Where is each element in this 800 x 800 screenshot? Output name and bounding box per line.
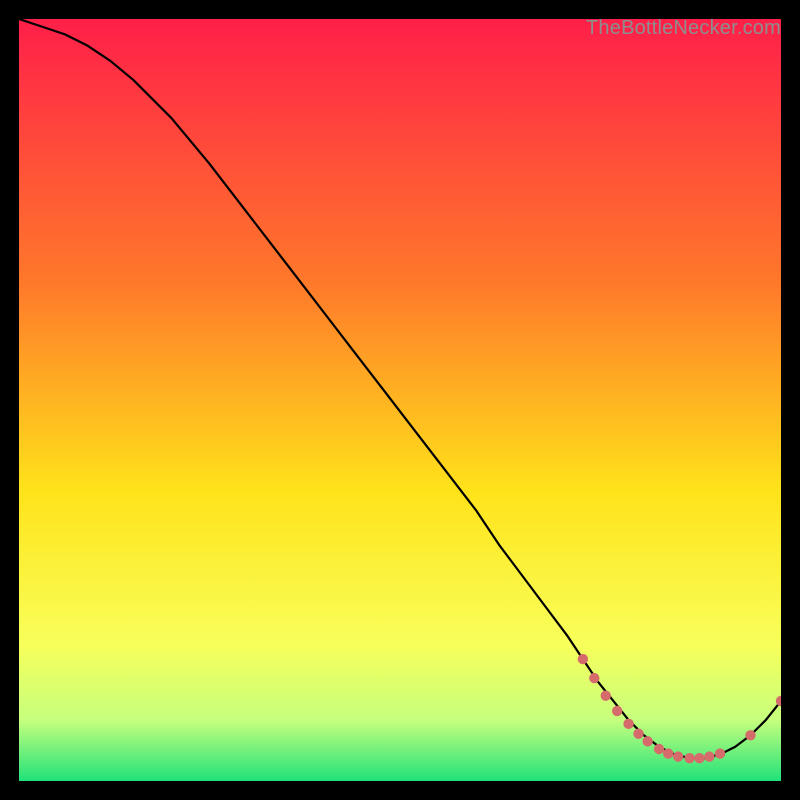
curve-marker xyxy=(694,753,704,763)
curve-marker xyxy=(612,706,622,716)
gradient-background xyxy=(19,19,781,781)
curve-marker xyxy=(704,751,714,761)
curve-marker xyxy=(673,751,683,761)
curve-marker xyxy=(589,673,599,683)
curve-marker xyxy=(633,729,643,739)
chart-frame: TheBottleNecker.com xyxy=(19,19,781,781)
curve-marker xyxy=(663,748,673,758)
curve-marker xyxy=(642,736,652,746)
bottleneck-chart xyxy=(19,19,781,781)
curve-marker xyxy=(715,748,725,758)
curve-marker xyxy=(578,654,588,664)
curve-marker xyxy=(601,690,611,700)
curve-marker xyxy=(623,719,633,729)
curve-marker xyxy=(684,753,694,763)
curve-marker xyxy=(654,744,664,754)
watermark-text: TheBottleNecker.com xyxy=(586,17,781,40)
curve-marker xyxy=(745,730,755,740)
